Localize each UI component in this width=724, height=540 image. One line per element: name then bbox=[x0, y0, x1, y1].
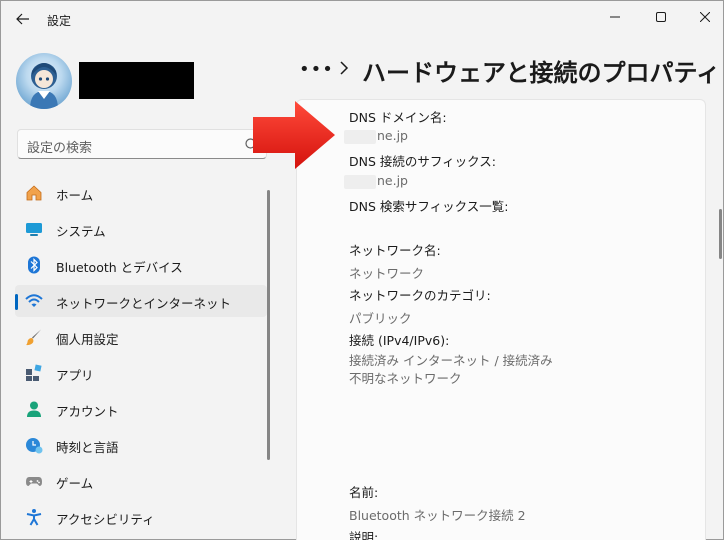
sidebar-item-label: ホーム bbox=[56, 188, 94, 203]
window-title: 設定 bbox=[47, 14, 72, 28]
sidebar-item-label: アクセシビリティ bbox=[56, 512, 155, 527]
sidebar-item-accessibility[interactable]: アクセシビリティ bbox=[15, 501, 267, 533]
system-icon bbox=[25, 220, 43, 238]
dns-suffix-label: DNS 接続のサフィックス: bbox=[349, 154, 496, 169]
network-category-label: ネットワークのカテゴリ: bbox=[349, 288, 491, 303]
sidebar-item-label: ネットワークとインターネット bbox=[56, 296, 232, 311]
gamepad-icon bbox=[25, 472, 43, 490]
maximize-button[interactable] bbox=[641, 5, 681, 29]
dns-domain-label: DNS ドメイン名: bbox=[349, 110, 447, 125]
search-placeholder: 設定の検索 bbox=[27, 141, 93, 156]
properties-card: DNS ドメイン名: ne.jp DNS 接続のサフィックス: ne.jp DN… bbox=[296, 99, 706, 540]
avatar-image-icon bbox=[30, 63, 58, 109]
search-input[interactable]: 設定の検索 bbox=[17, 129, 267, 159]
home-icon bbox=[25, 184, 43, 202]
dns-domain-value-row: ne.jp bbox=[344, 128, 408, 144]
redaction-mask bbox=[344, 174, 376, 189]
sidebar-item-label: アカウント bbox=[56, 404, 119, 419]
avatar[interactable] bbox=[16, 53, 72, 109]
name-label: 名前: bbox=[349, 485, 379, 500]
time-language-icon bbox=[25, 436, 43, 454]
sidebar-item-apps[interactable]: アプリ bbox=[15, 357, 267, 389]
chevron-right-icon bbox=[339, 60, 349, 80]
sidebar-item-network[interactable]: ネットワークとインターネット bbox=[15, 285, 267, 317]
close-icon bbox=[700, 12, 710, 22]
network-icon bbox=[25, 292, 43, 310]
sidebar-item-accounts[interactable]: アカウント bbox=[15, 393, 267, 425]
sidebar-scrollbar[interactable] bbox=[267, 190, 270, 460]
sidebar-item-system[interactable]: システム bbox=[15, 213, 267, 245]
red-arrow-icon bbox=[253, 101, 335, 169]
back-button[interactable] bbox=[11, 9, 35, 29]
connection-label: 接続 (IPv4/IPv6): bbox=[349, 333, 450, 348]
user-name-redacted bbox=[79, 62, 194, 99]
selection-indicator bbox=[15, 294, 18, 310]
sidebar-item-label: 時刻と言語 bbox=[56, 440, 119, 455]
minimize-icon bbox=[610, 16, 620, 18]
sidebar-item-label: システム bbox=[56, 224, 106, 239]
network-name-value: ネットワーク bbox=[349, 266, 425, 281]
sidebar-item-personalization[interactable]: 個人用設定 bbox=[15, 321, 267, 353]
sidebar-item-label: アプリ bbox=[56, 368, 94, 383]
back-arrow-icon bbox=[16, 13, 29, 25]
sidebar-item-time-language[interactable]: 時刻と言語 bbox=[15, 429, 267, 461]
dns-domain-value: ne.jp bbox=[377, 128, 408, 143]
sidebar-item-label: Bluetooth とデバイス bbox=[56, 260, 183, 275]
settings-window: 設定 設定の検索 ホーム システム Bluetooth とデバイス ネットワーク… bbox=[0, 0, 724, 540]
breadcrumb-more-button[interactable]: ••• bbox=[299, 59, 334, 80]
name-value: Bluetooth ネットワーク接続 2 bbox=[349, 508, 526, 523]
page-title: ハードウェアと接続のプロパティ bbox=[362, 59, 721, 87]
sidebar-item-home[interactable]: ホーム bbox=[15, 177, 267, 209]
sidebar-item-label: 個人用設定 bbox=[56, 332, 119, 347]
maximize-icon bbox=[656, 12, 666, 22]
dns-suffix-value-row: ne.jp bbox=[344, 173, 408, 189]
content-scrollbar[interactable] bbox=[719, 209, 722, 259]
dns-suffix-value: ne.jp bbox=[377, 173, 408, 188]
accessibility-icon bbox=[25, 508, 43, 526]
network-category-value: パブリック bbox=[349, 311, 412, 326]
network-name-label: ネットワーク名: bbox=[349, 243, 441, 258]
bluetooth-icon bbox=[25, 256, 43, 274]
sidebar-item-gaming[interactable]: ゲーム bbox=[15, 465, 267, 497]
connection-value: 接続済み インターネット / 接続済み 不明なネットワーク bbox=[349, 353, 553, 386]
apps-icon bbox=[25, 364, 43, 382]
close-button[interactable] bbox=[685, 5, 724, 29]
redaction-mask bbox=[344, 129, 376, 144]
sidebar-item-label: ゲーム bbox=[56, 476, 94, 491]
minimize-button[interactable] bbox=[595, 5, 635, 29]
dns-search-label: DNS 検索サフィックス一覧: bbox=[349, 199, 509, 214]
account-icon bbox=[25, 400, 43, 418]
sidebar-item-bluetooth[interactable]: Bluetooth とデバイス bbox=[15, 249, 267, 281]
description-label: 説明: bbox=[349, 530, 379, 540]
brush-icon bbox=[25, 328, 43, 346]
title-bar: 設定 bbox=[1, 1, 723, 35]
